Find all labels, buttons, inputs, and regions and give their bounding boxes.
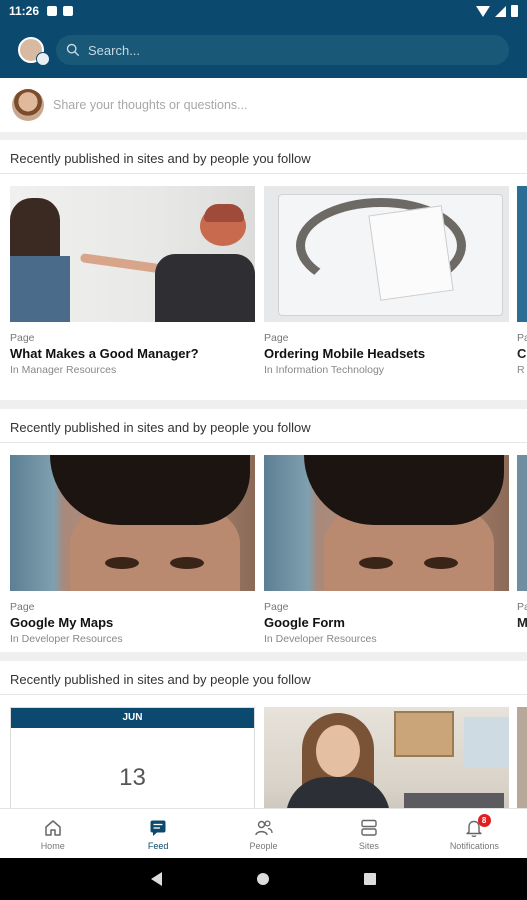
page-card[interactable]: Page What Makes a Good Manager? In Manag… xyxy=(10,186,255,376)
page-card[interactable] xyxy=(264,707,509,809)
card-location: In Manager Resources xyxy=(10,364,117,376)
card-thumbnail xyxy=(517,186,527,322)
page-card[interactable]: Page Google My Maps In Developer Resourc… xyxy=(10,455,255,645)
search-placeholder: Search... xyxy=(88,42,141,58)
recent-apps-icon[interactable] xyxy=(364,873,376,885)
signal-icon xyxy=(495,5,506,17)
nav-label: Home xyxy=(40,841,65,851)
card-location: In Developer Resources xyxy=(10,633,123,645)
card-thumbnail xyxy=(264,455,509,591)
post-composer[interactable]: Share your thoughts or questions... xyxy=(0,78,527,132)
search-input[interactable]: Search... xyxy=(56,35,509,65)
card-title: Google Form xyxy=(264,615,345,630)
bottom-navigation: Home Feed People Sites 8 Notifications xyxy=(0,808,527,858)
card-thumbnail xyxy=(10,186,255,322)
search-icon xyxy=(66,43,80,57)
card-location: In Developer Resources xyxy=(264,633,377,645)
home-icon xyxy=(44,820,61,836)
calendar-day: 13 xyxy=(119,764,146,791)
section-title: Recently published in sites and by peopl… xyxy=(0,409,527,443)
status-time: 11:26 xyxy=(9,4,40,18)
notification-count-badge: 8 xyxy=(477,814,491,827)
app-notification-icon xyxy=(47,6,58,16)
nav-home[interactable]: Home xyxy=(0,809,105,858)
nav-people[interactable]: People xyxy=(211,809,316,858)
card-type: Pa xyxy=(517,332,527,344)
sd-card-icon xyxy=(63,6,74,16)
nav-notifications[interactable]: 8 Notifications xyxy=(422,809,527,858)
card-title: Ordering Mobile Headsets xyxy=(264,346,426,361)
card-thumbnail xyxy=(517,455,527,591)
page-card-peek[interactable]: Pa M xyxy=(517,455,527,630)
card-title: C xyxy=(517,346,527,361)
card-title: M xyxy=(517,615,527,630)
nav-label: Sites xyxy=(358,841,379,851)
event-card[interactable]: JUN 13 xyxy=(10,707,255,809)
nav-feed[interactable]: Feed xyxy=(105,809,210,858)
card-carousel[interactable]: Page What Makes a Good Manager? In Manag… xyxy=(0,174,527,376)
feed-section: Recently published in sites and by peopl… xyxy=(0,140,527,400)
calendar-month: JUN xyxy=(11,708,254,728)
feed-section: Recently published in sites and by peopl… xyxy=(0,661,527,809)
sites-icon xyxy=(361,819,377,836)
feed-section: Recently published in sites and by peopl… xyxy=(0,409,527,652)
card-type: Page xyxy=(10,332,35,344)
nav-label: People xyxy=(249,841,278,851)
card-thumbnail xyxy=(264,707,509,809)
people-icon xyxy=(254,820,273,836)
presence-badge-icon xyxy=(36,52,50,66)
nav-sites[interactable]: Sites xyxy=(316,809,421,858)
nav-label: Feed xyxy=(147,841,169,851)
composer-placeholder: Share your thoughts or questions... xyxy=(53,98,248,112)
page-card-peek[interactable] xyxy=(517,707,527,809)
back-icon[interactable] xyxy=(151,872,162,886)
nav-label: Notifications xyxy=(449,841,499,851)
card-thumbnail xyxy=(10,455,255,591)
card-title: What Makes a Good Manager? xyxy=(10,346,199,361)
card-type: Pa xyxy=(517,601,527,613)
card-type: Page xyxy=(10,601,35,613)
card-thumbnail xyxy=(264,186,509,322)
card-thumbnail xyxy=(517,707,527,809)
profile-avatar[interactable] xyxy=(18,37,50,66)
wifi-icon xyxy=(476,5,490,17)
card-carousel[interactable]: JUN 13 xyxy=(0,695,527,809)
status-bar: 11:26 xyxy=(0,0,527,22)
feed-icon xyxy=(150,820,166,836)
card-title: Google My Maps xyxy=(10,615,114,630)
card-location: R xyxy=(517,364,525,376)
app-bar: Search... xyxy=(0,22,527,78)
page-card[interactable]: Page Google Form In Developer Resources xyxy=(264,455,509,645)
page-card-peek[interactable]: Pa C R xyxy=(517,186,527,376)
calendar-thumbnail: JUN 13 xyxy=(10,707,255,809)
page-card[interactable]: Page Ordering Mobile Headsets In Informa… xyxy=(264,186,509,376)
system-navigation-bar xyxy=(0,858,527,900)
card-location: In Information Technology xyxy=(264,364,385,376)
section-title: Recently published in sites and by peopl… xyxy=(0,140,527,174)
home-button-icon[interactable] xyxy=(257,873,269,885)
user-avatar xyxy=(12,89,44,121)
card-carousel[interactable]: Page Google My Maps In Developer Resourc… xyxy=(0,443,527,645)
card-type: Page xyxy=(264,601,289,613)
card-type: Page xyxy=(264,332,289,344)
battery-icon xyxy=(511,5,518,17)
section-title: Recently published in sites and by peopl… xyxy=(0,661,527,695)
